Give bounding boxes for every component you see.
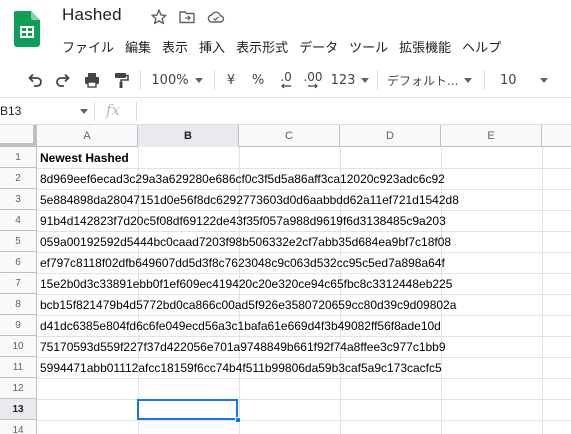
paint-format-icon: [115, 73, 129, 88]
document-title[interactable]: Hashed: [62, 5, 122, 25]
menu-help[interactable]: ヘルプ: [462, 37, 501, 56]
cloud-saved-icon[interactable]: [207, 8, 225, 26]
toolbar-divider: [377, 70, 378, 90]
chevron-down-icon: [540, 77, 548, 83]
redo-icon: [56, 73, 70, 87]
increase-decimal-label: .00: [303, 70, 323, 84]
fx-icon: fx: [106, 101, 121, 119]
row-header[interactable]: 12: [0, 378, 37, 399]
decrease-decimal-button[interactable]: .0: [274, 62, 298, 98]
print-button[interactable]: [79, 62, 105, 98]
gridline: [542, 147, 543, 434]
menu-edit[interactable]: 編集: [125, 37, 151, 56]
arrow-left-icon: [281, 83, 291, 89]
formula-bar: B13 fx: [0, 98, 571, 125]
row-header[interactable]: 13: [0, 399, 37, 420]
chevron-down-icon: [464, 77, 473, 83]
zoom-select[interactable]: 100%: [146, 62, 208, 98]
cell-a6[interactable]: ef797c8118f02dfb649607dd5d3f8c7623048c9c…: [40, 252, 445, 273]
cell-a11[interactable]: 5994471abb01112afcc18159f6cc74b4f511b998…: [40, 357, 442, 378]
number-format-label: 123: [330, 72, 356, 88]
format-percent-button[interactable]: %: [247, 62, 269, 98]
row-header[interactable]: 2: [0, 168, 37, 189]
row-header[interactable]: 4: [0, 210, 37, 231]
sheets-logo-icon[interactable]: [14, 11, 40, 47]
more-formats-select[interactable]: 123: [328, 62, 372, 98]
chevron-down-icon[interactable]: [80, 109, 88, 114]
font-size-value: 10: [500, 72, 517, 88]
undo-button[interactable]: [22, 62, 48, 98]
title-bar: Hashed ファイル 編集 表示 挿入 表示形式 データ ツール 拡張機能 ヘルプ: [0, 0, 571, 62]
toolbar: 100% ¥ % .0 .00 123 デフォルト... 10: [0, 62, 571, 98]
column-header-row: A B C D E: [0, 125, 571, 147]
row-header[interactable]: 14: [0, 420, 37, 434]
row-header[interactable]: 8: [0, 294, 37, 315]
font-family-value: デフォルト...: [387, 73, 459, 88]
fill-handle[interactable]: [235, 417, 241, 423]
row-header[interactable]: 9: [0, 315, 37, 336]
row-header[interactable]: 11: [0, 357, 37, 378]
cell-a3[interactable]: 5e884898da28047151d0e56f8dc6292773603d0d…: [40, 189, 459, 210]
undo-icon: [28, 73, 42, 87]
toolbar-divider: [214, 70, 215, 90]
row-header[interactable]: 7: [0, 273, 37, 294]
cell-a4[interactable]: 91b4d142823f7d20c5f08df69122de43f35f057a…: [40, 210, 446, 231]
toolbar-divider: [140, 70, 141, 90]
currency-label: ¥: [226, 72, 236, 88]
row-header[interactable]: 1: [0, 147, 37, 168]
menu-bar: ファイル 編集 表示 挿入 表示形式 データ ツール 拡張機能 ヘルプ: [62, 37, 512, 57]
menu-extensions[interactable]: 拡張機能: [399, 37, 451, 56]
move-to-folder-icon[interactable]: [178, 8, 196, 26]
row-header[interactable]: 6: [0, 252, 37, 273]
gridline: [37, 378, 571, 379]
font-family-select[interactable]: デフォルト...: [383, 62, 477, 98]
menu-data[interactable]: データ: [299, 37, 338, 56]
menu-file[interactable]: ファイル: [62, 37, 114, 56]
redo-button[interactable]: [50, 62, 76, 98]
formula-bar-divider: [94, 102, 95, 121]
increase-decimal-button[interactable]: .00: [300, 62, 326, 98]
menu-format[interactable]: 表示形式: [236, 37, 288, 56]
formula-bar-divider: [136, 102, 137, 121]
menu-insert[interactable]: 挿入: [199, 37, 225, 56]
decrease-decimal-label: .0: [280, 70, 292, 84]
menu-view[interactable]: 表示: [162, 37, 188, 56]
arrow-right-icon: [308, 83, 318, 89]
row-header[interactable]: 3: [0, 189, 37, 210]
font-size-select[interactable]: 10: [492, 62, 560, 98]
column-header-b[interactable]: B: [138, 125, 239, 147]
toolbar-divider: [484, 70, 485, 90]
cell-a8[interactable]: bcb15f821479b4d5772bd0ca866c00ad5f926e35…: [40, 294, 456, 315]
cell-a2[interactable]: 8d969eef6ecad3c29a3a629280e686cf0c3f5d5a…: [40, 168, 445, 189]
column-header-a[interactable]: A: [37, 125, 138, 147]
cell-a5[interactable]: 059a00192592d5444bc0caad7203f98b506332e2…: [40, 231, 451, 252]
cell-a1[interactable]: Newest Hashed: [40, 147, 129, 168]
format-currency-button[interactable]: ¥: [220, 62, 242, 98]
chevron-down-icon: [361, 77, 370, 83]
gridline: [37, 420, 571, 421]
cell-a10[interactable]: 75170593d559f227f37d422056e701a9748849b6…: [40, 336, 446, 357]
row-header[interactable]: 5: [0, 231, 37, 252]
column-header-c[interactable]: C: [239, 125, 340, 147]
print-icon: [85, 73, 99, 88]
cell-a7[interactable]: 15e2b0d3c33891ebb0f1ef609ec419420c20e320…: [40, 273, 452, 294]
paint-format-button[interactable]: [108, 62, 134, 98]
column-header-e[interactable]: E: [441, 125, 542, 147]
chevron-down-icon: [194, 77, 203, 83]
menu-tools[interactable]: ツール: [349, 37, 388, 56]
row-header[interactable]: 10: [0, 336, 37, 357]
selected-cell-b13[interactable]: [137, 399, 238, 420]
select-all-corner[interactable]: [0, 125, 37, 147]
column-header-d[interactable]: D: [340, 125, 441, 147]
spreadsheet-grid[interactable]: A B C D E 1 2 3 4 5 6 7 8 9 10 11 12 13 …: [0, 125, 571, 434]
gridline: [37, 399, 571, 400]
cell-a9[interactable]: d41dc6385e804fd6c6fe049ecd56a3c1bafa61e6…: [40, 315, 441, 336]
percent-label: %: [251, 72, 265, 88]
star-icon[interactable]: [150, 8, 168, 26]
zoom-value: 100%: [151, 72, 189, 88]
